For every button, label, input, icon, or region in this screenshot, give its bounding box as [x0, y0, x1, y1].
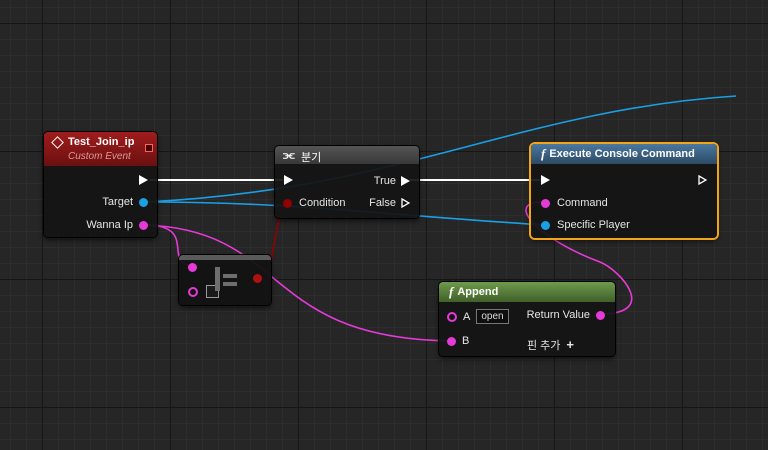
branch-header[interactable]: ⫘ 분기 [275, 146, 419, 164]
branch-exec-in-pin[interactable] [284, 175, 293, 185]
exec-out-icon [401, 176, 410, 186]
string-pin-icon [447, 336, 456, 346]
event-wanna-ip-pin[interactable]: Wanna Ip [86, 219, 148, 231]
string-equal-node[interactable] [179, 255, 271, 305]
true-label: True [373, 175, 396, 187]
append-header[interactable]: f Append [439, 282, 615, 302]
branch-icon: ⫘ [283, 147, 295, 162]
console-title: Execute Console Command [549, 148, 695, 160]
function-icon: f [449, 284, 454, 299]
string-compare-icon [212, 265, 238, 295]
console-header[interactable]: f Execute Console Command [531, 144, 717, 164]
branch-title: 분기 [301, 152, 322, 164]
append-a-input[interactable]: open [476, 309, 509, 324]
bool-pin-icon [253, 274, 262, 283]
append-return-value-pin[interactable]: Return Value [527, 309, 605, 321]
equal-input-a-pin[interactable] [188, 263, 197, 272]
branch-true-pin[interactable]: True [374, 175, 410, 187]
console-exec-in-pin[interactable] [541, 175, 550, 185]
plus-icon: + [566, 337, 574, 352]
event-target-pin[interactable]: Target [102, 196, 148, 208]
custom-event-header[interactable]: Test_Join_ip Custom Event [44, 132, 157, 166]
append-title: Append [457, 286, 499, 298]
console-specific-player-pin[interactable]: Specific Player [541, 219, 630, 231]
append-b-pin[interactable]: B [447, 335, 469, 347]
custom-event-node[interactable]: Test_Join_ip Custom Event Target Wanna I… [44, 132, 157, 237]
bool-pin-icon [283, 198, 292, 208]
console-exec-out-pin[interactable] [698, 175, 707, 185]
exec-in-icon [284, 175, 293, 185]
wanna-ip-label: Wanna Ip [86, 219, 133, 231]
target-label: Target [102, 196, 133, 208]
branch-node[interactable]: ⫘ 분기 Condition True False [275, 146, 419, 218]
append-node[interactable]: f Append A open B Return Value 핀 추가 + [439, 282, 615, 356]
console-command-pin[interactable]: Command [541, 197, 608, 209]
specific-player-label: Specific Player [557, 219, 630, 231]
exec-in-icon [541, 175, 550, 185]
object-pin-icon [139, 197, 148, 207]
event-delegate-pin[interactable] [145, 144, 153, 152]
event-subtitle: Custom Event [68, 151, 131, 162]
string-pin-icon [188, 263, 197, 272]
string-pin-icon [139, 220, 148, 230]
condition-label: Condition [299, 197, 346, 209]
event-diamond-icon [51, 136, 64, 149]
false-label: False [369, 197, 396, 209]
add-pin-label: 핀 추가 [526, 340, 561, 352]
append-add-pin-button[interactable]: 핀 추가 + [527, 337, 574, 353]
exec-out-icon [139, 175, 148, 185]
string-pin-icon [596, 310, 605, 320]
b-label: B [462, 335, 470, 347]
append-a-pin[interactable]: A open [447, 309, 509, 324]
return-value-label: Return Value [526, 309, 590, 321]
execute-console-command-node[interactable]: f Execute Console Command Command Specif… [531, 144, 717, 238]
string-pin-hollow-icon [447, 311, 457, 322]
exec-out-hollow-icon [401, 198, 410, 208]
command-label: Command [557, 197, 608, 209]
object-pin-icon [541, 220, 550, 230]
equal-node-top-bar [179, 255, 271, 260]
event-title: Test_Join_ip [68, 136, 135, 148]
string-pin-icon [541, 198, 550, 208]
branch-false-pin[interactable]: False [369, 197, 410, 209]
equal-output-pin[interactable] [253, 274, 262, 283]
function-icon: f [541, 146, 546, 161]
branch-condition-pin[interactable]: Condition [283, 197, 345, 209]
event-exec-out-pin[interactable] [139, 175, 148, 185]
string-pin-hollow-icon [188, 286, 198, 297]
exec-out-hollow-icon [698, 175, 707, 185]
a-label: A [463, 310, 471, 323]
